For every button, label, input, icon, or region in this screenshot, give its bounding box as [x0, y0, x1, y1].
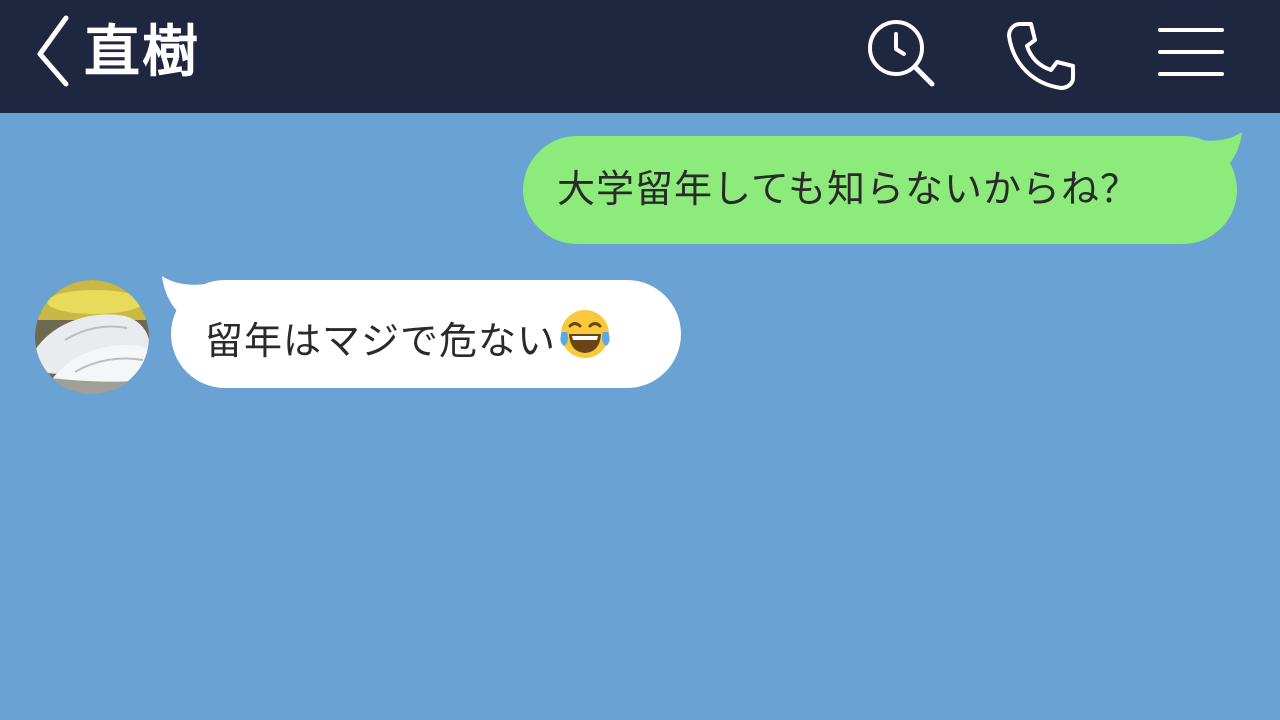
incoming-message-bubble[interactable]: 留年はマジで危ない — [171, 280, 681, 388]
call-button[interactable] — [1003, 18, 1079, 94]
chevron-left-icon — [37, 15, 69, 87]
search-button[interactable] — [862, 18, 938, 94]
back-button[interactable] — [28, 12, 78, 92]
chat-header: 直樹 — [0, 0, 1280, 113]
sneakers-avatar-image — [35, 280, 149, 394]
contact-avatar[interactable] — [35, 280, 149, 394]
contact-name: 直樹 — [84, 20, 200, 85]
outgoing-message-bubble[interactable]: 大学留年しても知らないからね？ — [523, 136, 1237, 244]
incoming-message-text: 留年はマジで危ない — [205, 319, 557, 363]
menu-button[interactable] — [1152, 18, 1228, 94]
search-history-icon — [868, 20, 935, 87]
hamburger-menu-icon — [1158, 28, 1224, 76]
outgoing-message-text: 大学留年しても知らないからね？ — [557, 167, 1139, 211]
face-with-tears-of-joy-icon — [560, 310, 610, 358]
phone-icon — [1007, 22, 1075, 90]
